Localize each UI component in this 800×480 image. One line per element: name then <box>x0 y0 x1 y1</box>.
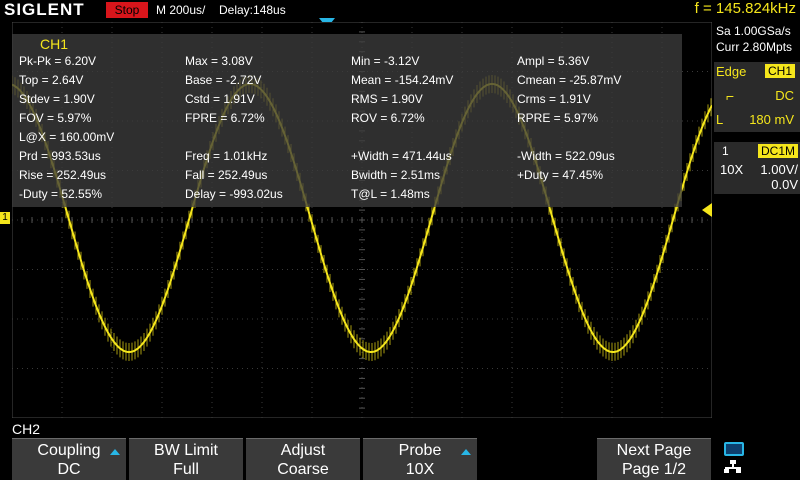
measurement-value: RPRE = 5.97% <box>517 111 599 125</box>
coupling-button[interactable]: Coupling DC <box>12 438 126 480</box>
adjust-button-value: Coarse <box>277 461 329 478</box>
trigger-coupling-value: DC <box>775 88 794 103</box>
sample-rate-readout: Sa 1.00GSa/s <box>716 24 791 38</box>
measurement-value: Prd = 993.53us <box>19 149 101 163</box>
timebase-readout: M 200us/ <box>156 3 206 17</box>
measurement-value: Cmean = -25.87mV <box>517 73 622 87</box>
measurement-panel: CH1 Pk-Pk = 6.20V Max = 3.08V Min = -3.12V… <box>12 34 682 207</box>
delay-readout: Delay:148us <box>219 3 286 17</box>
measurement-value: Bwidth = 2.51ms <box>351 168 441 182</box>
trigger-source-badge: CH1 <box>765 64 796 78</box>
measurement-value: Fall = 252.49us <box>185 168 268 182</box>
brand-logo: SIGLENT <box>4 0 85 19</box>
probe-button[interactable]: Probe 10X <box>363 438 477 480</box>
measurement-value: Ampl = 5.36V <box>517 54 590 68</box>
measurement-value: Min = -3.12V <box>351 54 420 68</box>
measurement-value: RMS = 1.90V <box>351 92 423 106</box>
trigger-level-label: L <box>716 112 724 127</box>
probe-button-label: Probe <box>398 442 442 459</box>
adjust-button[interactable]: Adjust Coarse <box>246 438 360 480</box>
measurement-value: L@X = 160.00mV <box>19 130 115 144</box>
vertical-scale-value: 1.00V/ <box>760 162 798 177</box>
measurement-value: +Width = 471.44us <box>351 149 452 163</box>
measurement-value: Crms = 1.91V <box>517 92 591 106</box>
measurement-value: -Width = 522.09us <box>517 149 615 163</box>
usb-storage-icon <box>724 442 744 456</box>
ch1-offset-marker-icon[interactable]: 1 <box>0 212 10 224</box>
measurement-value: Max = 3.08V <box>185 54 253 68</box>
channel-coupling-badge: DC1M <box>758 144 799 158</box>
vertical-offset-value: 0.0V <box>771 177 798 192</box>
measurement-value: Stdev = 1.90V <box>19 92 95 106</box>
channel1-panel[interactable]: 1 DC1M 10X 1.00V/ 0.0V <box>714 142 800 194</box>
measurement-value: Cstd = 1.91V <box>185 92 255 106</box>
bw-limit-button[interactable]: BW Limit Full <box>129 438 243 480</box>
bw-limit-button-value: Full <box>173 461 199 478</box>
measurement-value: ROV = 6.72% <box>351 111 425 125</box>
arrow-up-icon <box>461 449 471 455</box>
soft-menu-bar: CH2 Coupling DC BW Limit Full Adjust Coa… <box>0 420 800 480</box>
bw-limit-button-label: BW Limit <box>154 442 218 459</box>
measurement-value: Freq = 1.01kHz <box>185 149 268 163</box>
probe-button-value: 10X <box>405 461 435 478</box>
measurement-value: Base = -2.72V <box>185 73 262 87</box>
channel-number: 1 <box>722 144 729 158</box>
next-page-button-label: Next Page <box>616 442 692 459</box>
coupling-button-label: Coupling <box>37 442 101 459</box>
measurement-value: Mean = -154.24mV <box>351 73 454 87</box>
rising-edge-icon: ⌐ <box>726 88 735 104</box>
measurement-value: +Duty = 47.45% <box>517 168 604 182</box>
measurement-value: FOV = 5.97% <box>19 111 92 125</box>
measurement-value: Top = 2.64V <box>19 73 84 87</box>
measurement-value: Pk-Pk = 6.20V <box>19 54 97 68</box>
network-icon <box>724 460 742 474</box>
trigger-level-marker-icon[interactable] <box>702 203 712 217</box>
measurement-value: Delay = -993.02us <box>185 187 283 201</box>
measurement-value: FPRE = 6.72% <box>185 111 265 125</box>
next-page-button[interactable]: Next Page Page 1/2 <box>597 438 711 480</box>
trigger-mode-label: Edge <box>716 64 747 79</box>
probe-attenuation-value: 10X <box>720 162 744 177</box>
measurement-value: -Duty = 52.55% <box>19 187 103 201</box>
coupling-button-value: DC <box>57 461 81 478</box>
memory-depth-readout: Curr 2.80Mpts <box>716 40 793 54</box>
measurement-value: T@L = 1.48ms <box>351 187 430 201</box>
menu-title: CH2 <box>12 421 41 437</box>
measurement-value: Rise = 252.49us <box>19 168 107 182</box>
arrow-up-icon <box>110 449 120 455</box>
frequency-counter: f = 145.824kHz <box>694 0 796 17</box>
run-state-badge[interactable]: Stop <box>106 2 148 18</box>
top-status-bar: SIGLENT Stop M 200us/ Delay:148us f = 14… <box>0 0 800 20</box>
measurement-channel-title: CH1 <box>40 36 69 52</box>
adjust-button-label: Adjust <box>280 442 326 459</box>
trigger-level-value: 180 mV <box>749 112 794 127</box>
trigger-panel[interactable]: Edge CH1 ⌐ DC L 180 mV <box>714 62 800 132</box>
next-page-button-value: Page 1/2 <box>621 461 687 478</box>
